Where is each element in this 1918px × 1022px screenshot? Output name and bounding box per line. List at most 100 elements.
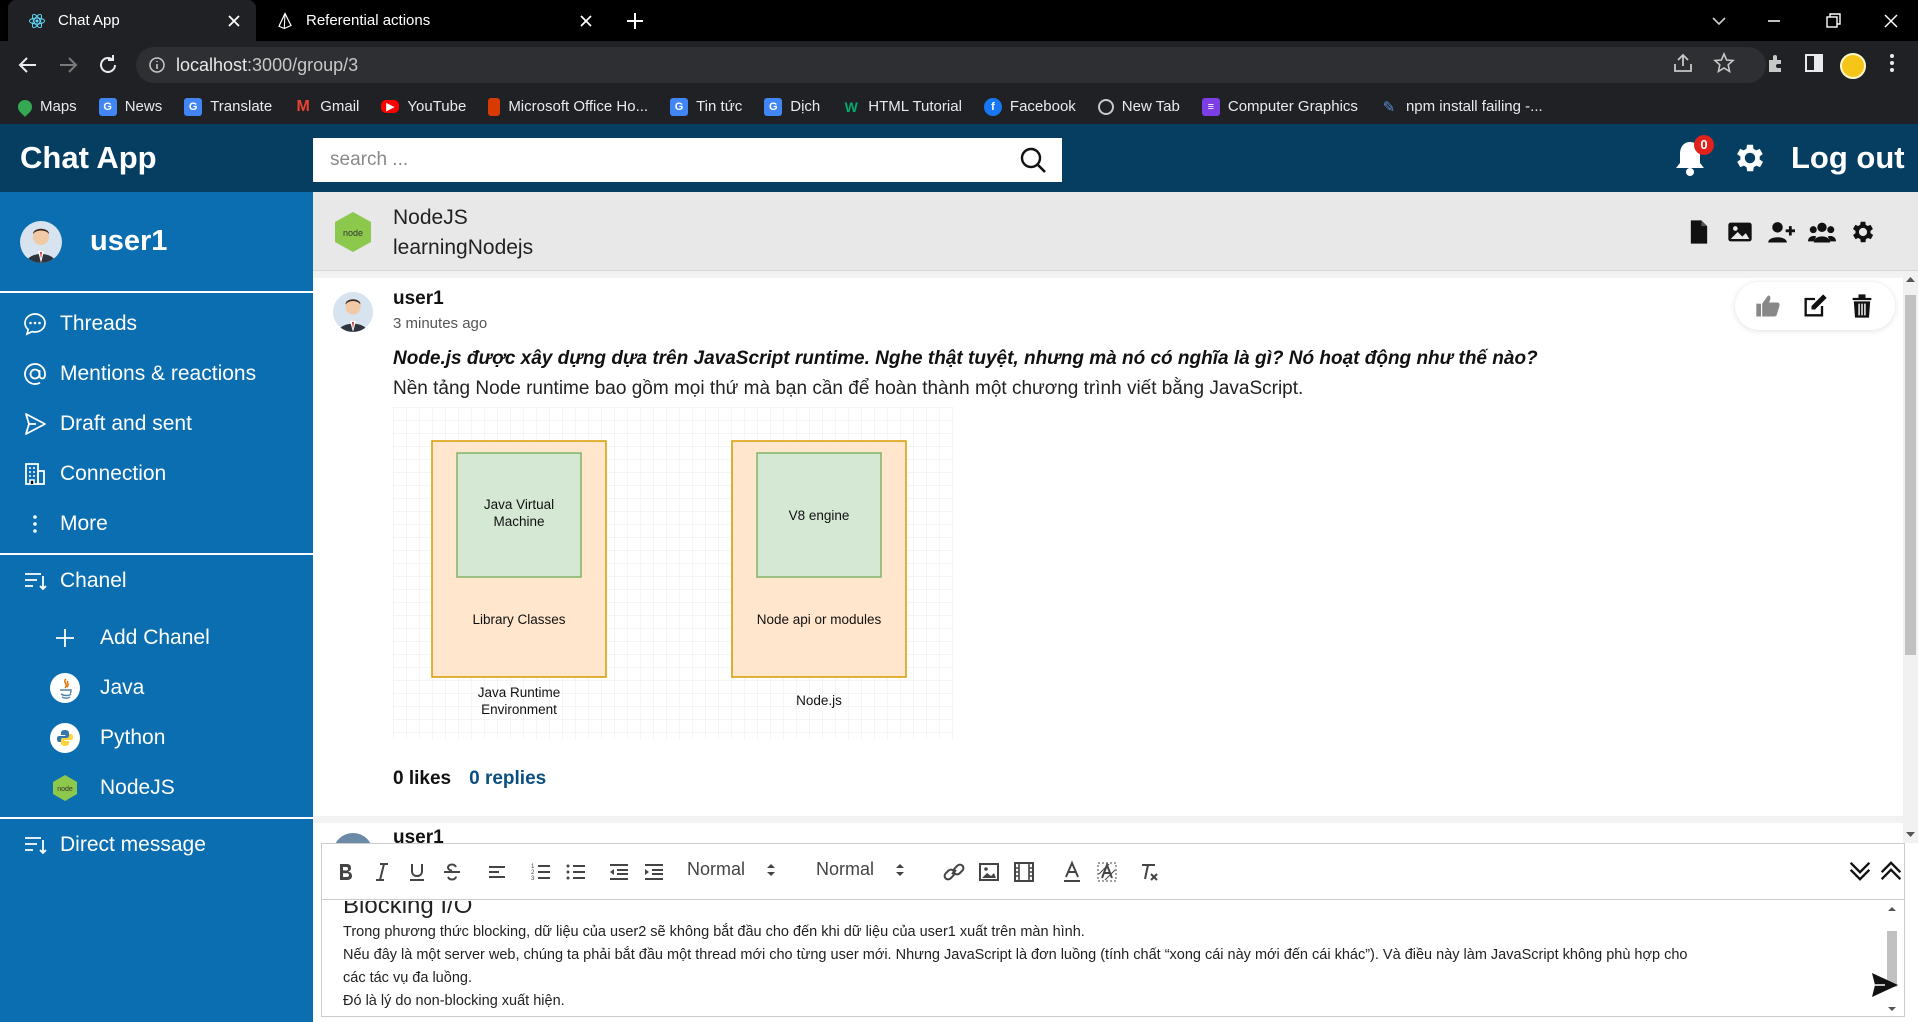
bookmark-html-tutorial[interactable]: W HTML Tutorial [842, 98, 962, 116]
search-icon[interactable] [1018, 145, 1048, 175]
more-vertical-icon[interactable] [1880, 51, 1904, 75]
avatar[interactable] [333, 833, 373, 843]
bookmark-computer-graphics[interactable]: ≡ Computer Graphics [1201, 97, 1358, 116]
channel-item-python[interactable]: Python [0, 713, 313, 763]
editor-line: Trong phương thức blocking, dữ liệu của … [343, 924, 1085, 940]
collapse-down-icon[interactable] [1846, 857, 1874, 885]
align-left-icon[interactable] [485, 860, 509, 884]
forward-arrow-icon[interactable] [56, 53, 80, 77]
back-arrow-icon[interactable] [16, 53, 40, 77]
message-author[interactable]: user1 [393, 288, 444, 310]
avatar[interactable] [333, 292, 373, 332]
channel-item-nodejs[interactable]: node NodeJS [0, 763, 313, 813]
side-panel-icon[interactable] [1802, 51, 1826, 75]
tab-chat-app[interactable]: Chat App [8, 0, 256, 41]
bookmark-new-tab[interactable]: New Tab [1097, 98, 1180, 115]
bullet-list-icon[interactable] [564, 860, 588, 884]
group-members-icon[interactable] [1808, 218, 1836, 246]
bookmark-dich[interactable]: G Dịch [764, 97, 821, 116]
likes-count[interactable]: 0 likes [393, 768, 451, 790]
settings-gear-icon[interactable] [1732, 140, 1768, 176]
scroll-up-icon[interactable] [1906, 275, 1915, 284]
bookmark-news[interactable]: G News [98, 97, 162, 116]
close-icon[interactable] [226, 13, 242, 29]
bookmark-label: Dịch [790, 98, 821, 115]
bookmark-office[interactable]: Microsoft Office Ho... [488, 97, 648, 116]
link-icon[interactable] [942, 860, 966, 884]
tab-search-chevron-icon[interactable] [1708, 10, 1730, 32]
sidebar-item-threads[interactable]: Threads [0, 299, 313, 349]
bookmark-label: Gmail [320, 98, 360, 115]
indent-icon[interactable] [642, 860, 666, 884]
bookmark-facebook[interactable]: f Facebook [983, 97, 1076, 116]
editor-line: các tác vụ đa luồng. [343, 970, 472, 986]
message-list-scrollbar[interactable] [1903, 271, 1918, 843]
sidebar-item-more[interactable]: More [0, 499, 313, 549]
browser-address-bar: localhost:3000/group/3 [0, 41, 1918, 89]
bold-icon[interactable] [334, 860, 358, 884]
url-bar[interactable]: localhost:3000/group/3 [136, 47, 1766, 83]
search-bar [313, 138, 1062, 182]
avatar[interactable] [20, 220, 62, 263]
channel-item-java[interactable]: Java [0, 663, 313, 713]
trash-icon[interactable] [1848, 292, 1876, 320]
bookmark-npm-install[interactable]: ✎ npm install failing -... [1380, 98, 1543, 116]
bookmark-gmail[interactable]: M Gmail [294, 98, 360, 116]
star-icon[interactable] [1712, 51, 1736, 75]
add-channel-button[interactable]: Add Chanel [0, 613, 313, 663]
channel-section-header[interactable]: Chanel [0, 555, 313, 607]
scroll-down-icon[interactable] [1888, 1005, 1896, 1013]
runtime-diagram-image[interactable]: Java Virtual Machine Library Classes Jav… [393, 407, 953, 739]
search-input[interactable] [313, 138, 1018, 182]
bookmark-maps[interactable]: Maps [15, 96, 77, 117]
restore-icon[interactable] [1822, 10, 1844, 32]
edit-icon[interactable] [1801, 292, 1829, 320]
ordered-list-icon[interactable]: 123 [529, 860, 553, 884]
image-icon[interactable] [1726, 218, 1754, 246]
thumbs-up-icon[interactable] [1754, 292, 1782, 320]
direct-message-section-header[interactable]: Direct message [0, 819, 313, 871]
scroll-up-icon[interactable] [1888, 905, 1896, 913]
size-select[interactable]: Normal [816, 859, 906, 880]
logout-button[interactable]: Log out [1791, 140, 1905, 176]
text-color-icon[interactable] [1060, 860, 1084, 884]
scrollbar-thumb[interactable] [1905, 295, 1916, 655]
background-color-icon[interactable] [1095, 860, 1119, 884]
new-tab-icon[interactable] [624, 10, 646, 32]
expand-up-icon[interactable] [1877, 857, 1905, 885]
window-close-icon[interactable] [1880, 10, 1902, 32]
reload-icon[interactable] [96, 53, 120, 77]
heading-select[interactable]: Normal [687, 859, 777, 880]
sidebar-item-draft-and-sent[interactable]: Draft and sent [0, 399, 313, 449]
add-channel-label: Add Chanel [100, 626, 210, 649]
sidebar-item-connection[interactable]: Connection [0, 449, 313, 499]
group-settings-gear-icon[interactable] [1849, 218, 1877, 246]
send-message-icon[interactable] [1870, 970, 1900, 1000]
bookmark-tin-tuc[interactable]: G Tin tức [670, 97, 742, 116]
clear-format-icon[interactable] [1137, 860, 1161, 884]
tab-referential-actions[interactable]: Referential actions [256, 0, 608, 41]
outdent-icon[interactable] [607, 860, 631, 884]
bookmark-translate[interactable]: G Translate [184, 97, 272, 116]
notifications-button[interactable]: 0 [1672, 135, 1714, 178]
extensions-icon[interactable] [1764, 51, 1788, 75]
profile-avatar[interactable] [1840, 53, 1866, 79]
insert-video-icon[interactable] [1012, 860, 1036, 884]
editor-text-area[interactable]: Blocking I/O Trong phương thức blocking,… [322, 901, 1882, 1017]
italic-icon[interactable] [370, 860, 394, 884]
scroll-down-icon[interactable] [1906, 830, 1915, 839]
insert-image-icon[interactable] [977, 860, 1001, 884]
message-list[interactable]: user1 3 minutes ago Node.js được xây dựn… [313, 271, 1903, 843]
underline-icon[interactable] [405, 860, 429, 884]
share-icon[interactable] [1671, 51, 1695, 75]
strikethrough-icon[interactable] [440, 860, 464, 884]
replies-link[interactable]: 0 replies [469, 768, 546, 790]
bookmark-youtube[interactable]: ▶ YouTube [381, 98, 466, 115]
message-author[interactable]: user1 [393, 827, 444, 843]
file-icon[interactable] [1685, 218, 1713, 246]
sidebar-item-mentions[interactable]: Mentions & reactions [0, 349, 313, 399]
add-user-icon[interactable] [1767, 218, 1795, 246]
info-icon[interactable] [148, 56, 166, 74]
close-icon[interactable] [578, 13, 594, 29]
minimize-icon[interactable] [1763, 10, 1785, 32]
